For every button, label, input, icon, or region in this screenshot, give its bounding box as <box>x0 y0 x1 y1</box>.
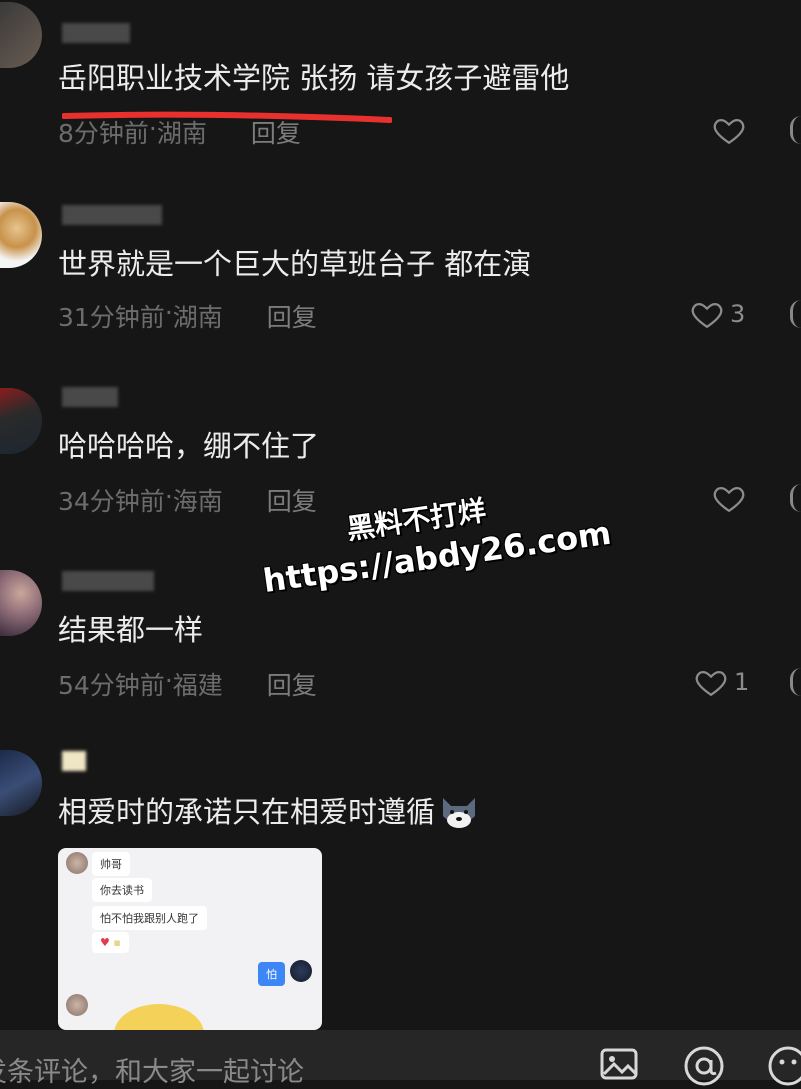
reply-button[interactable]: 回复 <box>267 298 317 334</box>
like-button[interactable]: 3 <box>690 297 745 331</box>
avatar[interactable] <box>0 202 42 268</box>
comment-meta: 31分钟前 · 湖南 回复 <box>58 298 317 334</box>
avatar[interactable] <box>0 388 42 454</box>
username-blurred[interactable] <box>62 386 118 408</box>
chat-message-self: 怕 <box>258 962 285 986</box>
comment-item: 结果都一样 54分钟前 · 福建 回复 1 <box>0 560 801 730</box>
heart-icon <box>691 302 723 329</box>
comment-item: 岳阳职业技术学院 张扬 请女孩子避雷他 8分钟前 · 湖南 回复 <box>0 0 801 170</box>
comment-location: 湖南 <box>156 119 207 148</box>
username-blurred[interactable] <box>62 204 162 226</box>
like-button[interactable] <box>712 481 752 515</box>
at-mention-icon[interactable] <box>682 1044 726 1088</box>
reply-button[interactable]: 回复 <box>267 666 317 702</box>
reply-button[interactable]: 回复 <box>267 482 317 518</box>
emoji-icon[interactable] <box>766 1044 801 1088</box>
comment-item: 世界就是一个巨大的草班台子 都在演 31分钟前 · 湖南 回复 3 <box>0 190 801 360</box>
chat-message: 你去读书 <box>92 878 152 902</box>
like-button[interactable] <box>712 113 752 147</box>
comment-text: 世界就是一个巨大的草班台子 都在演 <box>58 247 532 281</box>
image-icon[interactable] <box>598 1044 642 1088</box>
avatar[interactable] <box>0 2 42 68</box>
username-blurred[interactable] <box>62 570 154 592</box>
dog-emoji-icon <box>443 798 476 828</box>
comment-time: 8分钟前 <box>58 119 149 148</box>
comment-time: 54分钟前 <box>58 671 165 700</box>
meta-separator: · <box>164 298 173 327</box>
image-attachment[interactable]: 帅哥 你去读书 怕不怕我跟别人跑了 ♥ ▪ 怕 <box>58 848 322 1030</box>
comment-meta: 34分钟前 · 海南 回复 <box>58 482 317 518</box>
chat-avatar-self <box>290 960 312 982</box>
username-blurred[interactable] <box>62 22 130 44</box>
comment-time: 31分钟前 <box>58 303 165 332</box>
chat-reaction: ♥ ▪ <box>92 932 129 953</box>
meta-separator: · <box>164 482 173 511</box>
heart-icon <box>713 486 745 513</box>
comment-input[interactable]: 发条评论，和大家一起讨论 <box>0 1050 304 1089</box>
like-count: 3 <box>730 300 746 328</box>
comment-text: 岳阳职业技术学院 张扬 请女孩子避雷他 <box>58 61 570 95</box>
chat-message: 怕不怕我跟别人跑了 <box>92 906 207 930</box>
comment-location: 海南 <box>172 487 223 516</box>
like-button[interactable]: 1 <box>694 665 749 699</box>
comment-location: 福建 <box>172 671 223 700</box>
bottom-bar: 发条评论，和大家一起讨论 <box>0 1030 801 1088</box>
avatar[interactable] <box>0 750 42 816</box>
reply-button[interactable]: 回复 <box>251 114 301 150</box>
more-edge <box>790 668 801 696</box>
meta-separator: · <box>148 114 157 143</box>
chat-avatar <box>66 994 88 1016</box>
chat-contact-name: 帅哥 <box>92 852 130 876</box>
meta-separator: · <box>164 666 173 695</box>
chat-avatar <box>66 852 88 874</box>
heart-icon <box>713 118 745 145</box>
more-edge <box>790 116 801 144</box>
username-blurred[interactable] <box>62 750 86 772</box>
more-edge <box>790 484 801 512</box>
comment-item: 哈哈哈哈，绷不住了 34分钟前 · 海南 回复 <box>0 380 801 540</box>
comment-text-content: 相爱时的承诺只在相爱时遵循 <box>58 795 436 829</box>
comment-meta: 8分钟前 · 湖南 回复 <box>58 114 301 150</box>
comment-text: 哈哈哈哈，绷不住了 <box>58 429 320 463</box>
comment-text: 相爱时的承诺只在相爱时遵循 <box>58 792 481 832</box>
more-edge <box>790 300 801 328</box>
avatar[interactable] <box>0 570 42 636</box>
chat-emoji-partial <box>114 1004 204 1030</box>
comment-time: 34分钟前 <box>58 487 165 516</box>
comment-location: 湖南 <box>172 303 223 332</box>
comment-meta: 54分钟前 · 福建 回复 <box>58 666 317 702</box>
comment-text: 结果都一样 <box>58 613 204 647</box>
heart-icon <box>695 670 727 697</box>
like-count: 1 <box>734 668 750 696</box>
